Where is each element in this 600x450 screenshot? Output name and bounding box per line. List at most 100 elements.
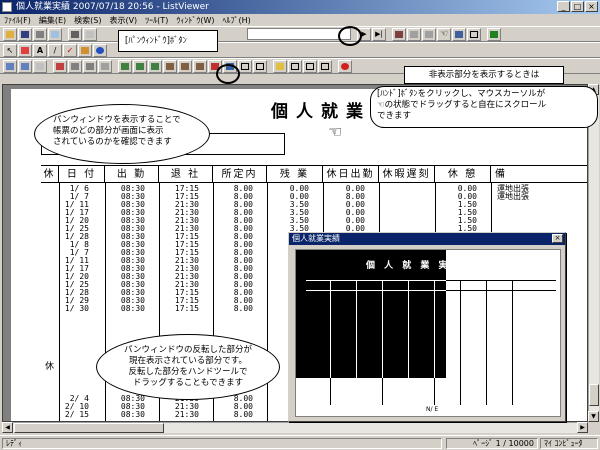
check-tool[interactable]: ✓ bbox=[63, 43, 77, 57]
vertical-scrollbar[interactable]: ▲ ▼ bbox=[588, 84, 599, 422]
pan-window[interactable]: 個人就業実績 × 個 人 就 業 実 績 N/ E bbox=[288, 232, 566, 422]
select-tool[interactable]: ↖ bbox=[3, 43, 17, 57]
hand-cursor-icon: ☜ bbox=[377, 100, 385, 110]
view-btn-6[interactable] bbox=[83, 59, 97, 73]
view-btn-10[interactable] bbox=[148, 59, 162, 73]
view-btn-7[interactable] bbox=[98, 59, 112, 73]
hand-cursor-icon-large: ☜ bbox=[328, 122, 343, 141]
zoom-button[interactable] bbox=[452, 27, 466, 41]
menu-file[interactable]: ﾌｧｲﾙ(F) bbox=[4, 15, 31, 26]
callout-inv-line-2: 現在表示されている部分です。 bbox=[129, 356, 247, 366]
callout-pan-line-3: されているのかを確認できます bbox=[53, 137, 172, 147]
table-cell: 8.00 bbox=[233, 410, 253, 419]
view-btn-18[interactable] bbox=[273, 59, 287, 73]
table-cell: 2/ 15 bbox=[64, 410, 89, 419]
stop-button[interactable] bbox=[338, 59, 352, 73]
pan-window-preview[interactable]: 個 人 就 業 実 績 N/ E bbox=[295, 249, 561, 417]
horizontal-scrollbar[interactable]: ◀ ▶ bbox=[2, 422, 588, 433]
title-bar: 個人就業実績 2007/07/18 20:56 - ListViewer _ □… bbox=[0, 0, 600, 14]
layout-btn-1[interactable] bbox=[288, 59, 302, 73]
pan-window-titlebar[interactable]: 個人就業実績 × bbox=[289, 233, 565, 245]
callout-pan-line-1: パンウィンドウを表示することで bbox=[53, 115, 181, 125]
callout-hand-line-1: [ﾊﾝﾄﾞ]ﾎﾞﾀﾝをクリックし、マウスカーソルが bbox=[377, 89, 546, 99]
callout-inverted: パンウィンドウの反転した部分が 現在表示されている部分です。 反転した部分をハン… bbox=[96, 334, 280, 400]
computer-indicator: ﾏｲ ｺﾝﾋﾟｭｰﾀ bbox=[540, 438, 598, 449]
callout-inv-line-3: 反転した部分をハンドツールで bbox=[128, 367, 248, 377]
view-icon-3 bbox=[36, 62, 44, 70]
preview-button[interactable] bbox=[48, 27, 62, 41]
table-header: 休 日 付 出 勤 退 社 所定内 残 業 休日出勤 休暇遅刻 休 憩 備 bbox=[41, 165, 587, 183]
text-tool[interactable]: A bbox=[33, 43, 47, 57]
view-btn-8[interactable] bbox=[118, 59, 132, 73]
copy-button[interactable] bbox=[83, 27, 97, 41]
stamp-tool[interactable] bbox=[78, 43, 92, 57]
menu-edit[interactable]: 編集(E) bbox=[39, 15, 66, 26]
open-button[interactable] bbox=[3, 27, 17, 41]
minimize-button[interactable]: _ bbox=[557, 1, 570, 12]
status-bar: ﾚﾃﾞｨ ﾍﾟｰｼﾞ 1 / 10000 ﾏｲ ｺﾝﾋﾟｭｰﾀ bbox=[0, 435, 600, 450]
view-btn-2[interactable] bbox=[18, 59, 32, 73]
layout-btn-3[interactable] bbox=[318, 59, 332, 73]
header-date: 日 付 bbox=[59, 166, 105, 182]
header-regular: 所定内 bbox=[213, 166, 267, 182]
forward-button[interactable] bbox=[422, 27, 436, 41]
scroll-right-arrow[interactable]: ▶ bbox=[577, 422, 588, 433]
view-icon-2 bbox=[21, 62, 29, 70]
pan-window-close-button[interactable]: × bbox=[552, 234, 563, 243]
menu-view[interactable]: 表示(V) bbox=[109, 15, 137, 26]
table-cell: 運地出張 bbox=[497, 192, 529, 201]
header-out: 退 社 bbox=[159, 166, 213, 182]
close-button[interactable]: × bbox=[585, 1, 598, 12]
app-icon bbox=[2, 2, 12, 12]
view-icon-6 bbox=[86, 62, 94, 70]
header-holiday: 休 bbox=[41, 166, 59, 182]
back-icon bbox=[410, 30, 418, 38]
page-input[interactable] bbox=[247, 28, 351, 40]
callout-inv-line-1: パンウィンドウの反転した部分が bbox=[124, 345, 252, 355]
print-button[interactable] bbox=[33, 27, 47, 41]
view-btn-11[interactable] bbox=[163, 59, 177, 73]
horizontal-scroll-thumb[interactable] bbox=[14, 423, 164, 433]
color-tool[interactable] bbox=[93, 43, 107, 57]
back-button[interactable] bbox=[407, 27, 421, 41]
view-btn-16[interactable] bbox=[238, 59, 252, 73]
save-button[interactable] bbox=[18, 27, 32, 41]
scroll-down-arrow[interactable]: ▼ bbox=[588, 411, 599, 422]
view-btn-9[interactable] bbox=[133, 59, 147, 73]
link-icon bbox=[395, 30, 403, 38]
menu-search[interactable]: 検索(S) bbox=[74, 15, 101, 26]
view-btn-13[interactable] bbox=[193, 59, 207, 73]
menu-window[interactable]: ｳｨﾝﾄﾞｳ(W) bbox=[176, 15, 214, 26]
toolbar-standard: ▶ ▶| ☜ bbox=[0, 26, 600, 42]
fit-button[interactable] bbox=[467, 27, 481, 41]
print-icon bbox=[36, 30, 44, 38]
marker-tool[interactable] bbox=[18, 43, 32, 57]
view-btn-17[interactable] bbox=[253, 59, 267, 73]
exit-button[interactable] bbox=[487, 27, 501, 41]
callout-hand-button: [ﾊﾝﾄﾞ]ﾎﾞﾀﾝをクリックし、マウスカーソルが ☜の状態でドラッグすると自在… bbox=[370, 86, 598, 128]
view-icon-13 bbox=[196, 62, 204, 70]
view-btn-12[interactable] bbox=[178, 59, 192, 73]
callout-hand-line-3: できます bbox=[377, 111, 412, 121]
stop-icon bbox=[341, 62, 349, 70]
find-button[interactable] bbox=[68, 27, 82, 41]
menu-tools[interactable]: ﾂｰﾙ(T) bbox=[145, 15, 168, 26]
menu-help[interactable]: ﾍﾙﾌﾟ(H) bbox=[222, 15, 250, 26]
scroll-left-arrow[interactable]: ◀ bbox=[2, 422, 13, 433]
callout-hidden-part: 非表示部分を表示するときは bbox=[404, 66, 564, 84]
line-tool[interactable]: / bbox=[48, 43, 62, 57]
forward-icon bbox=[425, 30, 433, 38]
view-btn-5[interactable] bbox=[68, 59, 82, 73]
maximize-button[interactable]: □ bbox=[571, 1, 584, 12]
header-break: 休 憩 bbox=[435, 166, 491, 182]
view-btn-3[interactable] bbox=[33, 59, 47, 73]
vertical-scroll-thumb[interactable] bbox=[589, 384, 599, 406]
last-page-button[interactable]: ▶| bbox=[372, 27, 386, 41]
hand-button[interactable]: ☜ bbox=[437, 27, 451, 41]
link-button[interactable] bbox=[392, 27, 406, 41]
layout-btn-2[interactable] bbox=[303, 59, 317, 73]
callout-circle-hand-button bbox=[338, 26, 362, 46]
view-btn-1[interactable] bbox=[3, 59, 17, 73]
table-cell: 8.00 bbox=[233, 304, 253, 313]
view-btn-4[interactable] bbox=[53, 59, 67, 73]
